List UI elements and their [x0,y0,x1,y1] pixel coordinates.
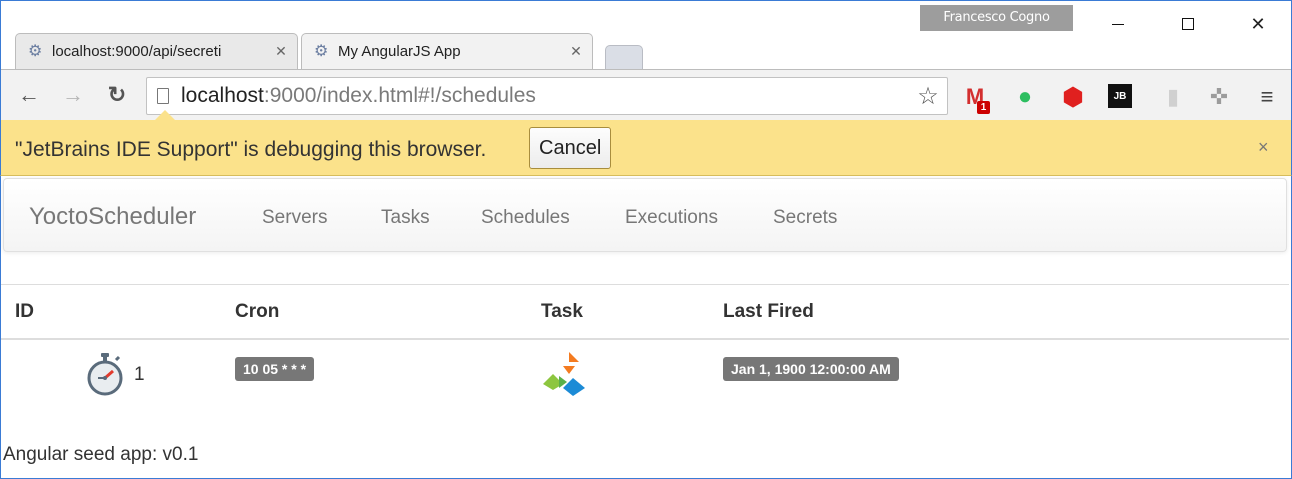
reload-button[interactable]: ↻ [103,81,131,109]
footer-version: Angular seed app: v0.1 [3,444,199,465]
back-button[interactable]: ← [15,81,43,109]
page-content: YoctoScheduler Servers Tasks Schedules E… [0,176,1292,479]
row-id: 1 [134,364,145,385]
forward-button[interactable]: → [59,81,87,109]
header-task: Task [541,301,583,322]
infobar-pointer [155,110,175,120]
evernote-icon[interactable]: ● [1012,83,1038,110]
table-row: 1 10 05 * * * Jan 1, 1900 12:00:00 AM [1,340,1289,412]
nav-secrets[interactable]: Secrets [773,207,837,229]
title-bar: Francesco Cogno ✕ [1,1,1291,34]
page-icon [157,88,169,104]
tab-close-icon[interactable]: ✕ [271,43,291,60]
tab-strip: ⚙ localhost:9000/api/secreti ✕ ⚙ My Angu… [1,31,1291,69]
new-tab-button[interactable] [605,45,643,69]
tab-close-icon[interactable]: ✕ [566,43,586,60]
arrow-right-icon: → [62,82,84,107]
tab-title: localhost:9000/api/secreti [52,43,222,60]
profile-button[interactable]: Francesco Cogno [920,5,1073,31]
header-last-fired: Last Fired [723,301,814,322]
url-path: :9000/index.html#!/schedules [263,84,536,107]
last-fired-badge: Jan 1, 1900 12:00:00 AM [723,357,899,381]
dice-icon[interactable]: ✜ [1206,84,1232,110]
app-navbar: YoctoScheduler Servers Tasks Schedules E… [3,178,1287,252]
gear-favicon-icon: ⚙ [28,42,43,60]
bookmark-star-icon[interactable]: ☆ [913,82,943,111]
nav-schedules[interactable]: Schedules [481,207,570,229]
debug-infobar: "JetBrains IDE Support" is debugging thi… [0,110,1292,176]
schedules-table: ID Cron Task Last Fired 1 10 05 * * * Ja… [1,284,1289,412]
browser-window: Francesco Cogno ✕ ⚙ localhost:9000/api/s… [0,0,1292,121]
gear-favicon-icon: ⚙ [314,42,329,60]
nav-executions[interactable]: Executions [625,207,718,229]
brand-link[interactable]: YoctoScheduler [29,203,196,231]
gmail-icon[interactable]: M1 [962,84,990,114]
header-cron: Cron [235,301,280,322]
jetbrains-icon[interactable]: JB [1108,84,1132,108]
stopwatch-icon [87,353,123,396]
browser-toolbar: ← → ↻ localhost:9000/index.html#!/schedu… [1,69,1291,121]
cron-badge: 10 05 * * * [235,357,315,381]
tab-secrets-api[interactable]: ⚙ localhost:9000/api/secreti ✕ [15,33,298,69]
tab-title: My AngularJS App [338,43,461,60]
tab-angular-app[interactable]: ⚙ My AngularJS App ✕ [301,33,593,69]
person-icon[interactable]: ▮ [1160,84,1186,110]
url-host: localhost [181,84,264,107]
maximize-icon [1182,18,1194,30]
nav-tasks[interactable]: Tasks [381,207,430,229]
infobar-message: "JetBrains IDE Support" is debugging thi… [15,138,487,161]
opera-icon[interactable]: ⬢ [1060,84,1086,111]
cancel-button[interactable]: Cancel [529,127,612,169]
minimize-icon [1112,23,1124,25]
nav-servers[interactable]: Servers [262,207,327,229]
menu-icon[interactable]: ≡ [1254,84,1280,110]
address-bar[interactable]: localhost:9000/index.html#!/schedules ☆ [146,77,948,115]
task-logo-icon [543,352,585,396]
reload-icon: ↻ [107,82,127,107]
url-text[interactable]: localhost:9000/index.html#!/schedules [181,84,913,108]
table-header: ID Cron Task Last Fired [1,284,1289,340]
infobar-close-icon[interactable]: × [1258,137,1269,158]
arrow-left-icon: ← [18,82,40,107]
gmail-badge: 1 [977,101,990,114]
header-id: ID [15,301,34,322]
